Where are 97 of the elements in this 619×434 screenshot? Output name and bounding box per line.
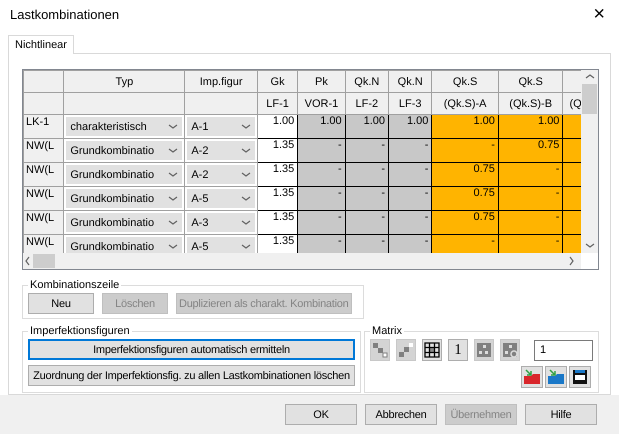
column-header: Qk.S: [498, 70, 563, 93]
group-title: Matrix: [371, 325, 403, 338]
dropdown[interactable]: A-5: [187, 237, 255, 254]
table-cell: 1.00: [388, 114, 432, 139]
table-cell: -: [298, 210, 346, 235]
button[interactable]: Neu: [28, 293, 94, 314]
column-header: (Qk.S)-A: [432, 92, 498, 115]
scrollbar-thumb[interactable]: [33, 254, 55, 268]
row-header: NW(L: [24, 234, 64, 254]
save-icon: [572, 369, 588, 386]
button[interactable]: OK: [285, 404, 357, 426]
dropdown[interactable]: A-5: [187, 189, 255, 208]
button[interactable]: Abbrechen: [365, 404, 437, 426]
row-header: LK-1: [24, 114, 64, 139]
table-cell: 1.00: [498, 114, 563, 139]
row-header: NW(L: [24, 162, 64, 187]
dropdown[interactable]: Grundkombinatio: [66, 237, 182, 254]
diagonal-squares-icon: [372, 342, 388, 358]
column-header: Typ: [64, 70, 185, 93]
group-title: Imperfektionsfiguren: [29, 325, 131, 338]
dropdown[interactable]: A-2: [187, 141, 255, 160]
table-cell: -: [388, 138, 432, 163]
table-cell: -: [345, 234, 388, 254]
dropdown[interactable]: Grundkombinatio: [66, 165, 182, 184]
stairs-icon: [398, 342, 414, 358]
scrollbar-thumb[interactable]: [582, 84, 597, 114]
row-header: NW(L: [24, 138, 64, 163]
group-title: Kombinationszeile: [29, 279, 120, 292]
table-cell: 1.35: [257, 234, 298, 254]
folder-arrow-icon: [547, 369, 565, 386]
table-cell: -: [298, 162, 346, 187]
table-cell: -: [345, 186, 388, 211]
table-cell: 1.35: [257, 210, 298, 235]
button[interactable]: Imperfektionsfiguren automatisch ermitteln: [28, 339, 356, 360]
blocks-icon: [476, 342, 492, 358]
dropdown[interactable]: Grundkombinatio: [66, 141, 182, 160]
file-button[interactable]: [569, 366, 591, 388]
column-header: Gk: [257, 70, 298, 93]
table-cell: -: [345, 162, 388, 187]
window-title: Lastkombinationen: [10, 6, 120, 22]
column-header: Imp.figur: [184, 70, 258, 93]
column-header: (Qk.S)-B: [498, 92, 563, 115]
column-header: (Q: [562, 92, 581, 115]
table-cell: -: [388, 234, 432, 254]
column-header: VOR-1: [298, 92, 346, 115]
column-header: LF-3: [388, 92, 432, 115]
column-header: LF-2: [345, 92, 388, 115]
table-cell: -: [432, 234, 498, 254]
table-cell: -: [498, 210, 563, 235]
input-field[interactable]: 1: [534, 340, 594, 361]
dropdown[interactable]: A-3: [187, 213, 255, 232]
table-cell: 1.35: [257, 162, 298, 187]
table-cell: 1.00: [298, 114, 346, 139]
table-cell: -: [432, 138, 498, 163]
folder-arrow-icon: [523, 369, 541, 386]
table-cell: -: [298, 186, 346, 211]
number-button[interactable]: 1: [448, 339, 468, 362]
dropdown[interactable]: A-1: [187, 117, 255, 136]
table-cell: -: [388, 162, 432, 187]
table-cell: 0.75: [432, 210, 498, 235]
button[interactable]: Zuordnung der Imperfektionsfig. zu allen Lastkombinationen löschen: [28, 365, 356, 386]
dropdown[interactable]: A-2: [187, 165, 255, 184]
table-cell: -: [498, 186, 563, 211]
table-cell: -: [388, 186, 432, 211]
row-header: NW(L: [24, 186, 64, 211]
table-cell: -: [345, 138, 388, 163]
column-header: Pk: [298, 70, 346, 93]
table-cell: -: [298, 138, 346, 163]
vertical-scrollbar[interactable]: [581, 70, 598, 254]
table-cell: 0.75: [432, 162, 498, 187]
horizontal-scrollbar[interactable]: [23, 253, 581, 270]
column-header: Qk.N: [345, 70, 388, 93]
row-header: NW(L: [24, 210, 64, 235]
tab[interactable]: Nichtlinear: [8, 35, 74, 54]
close-button[interactable]: ×: [587, 2, 611, 26]
dropdown[interactable]: charakteristisch: [66, 117, 182, 136]
dropdown[interactable]: Grundkombinatio: [66, 189, 182, 208]
table-cell: 1.35: [257, 138, 298, 163]
blocks-gear-icon: [502, 342, 518, 358]
column-header: LF-1: [257, 92, 298, 115]
table-cell: 0.75: [432, 186, 498, 211]
table-cell: 0.75: [498, 138, 563, 163]
grid-icon: [424, 342, 440, 358]
table-cell: 1.35: [257, 186, 298, 211]
column-header: Qk.N: [388, 70, 432, 93]
table-cell: -: [298, 234, 346, 254]
table-cell: -: [345, 210, 388, 235]
tool-button[interactable]: [422, 339, 442, 362]
dropdown[interactable]: Grundkombinatio: [66, 213, 182, 232]
table-cell: -: [498, 234, 563, 254]
table-cell: -: [388, 210, 432, 235]
table-cell: -: [498, 162, 563, 187]
table-cell: 1.00: [432, 114, 498, 139]
button[interactable]: Hilfe: [525, 404, 597, 426]
table-cell: 1.00: [345, 114, 388, 139]
table-cell: 1.00: [257, 114, 298, 139]
column-header: Qk.S: [432, 70, 498, 93]
